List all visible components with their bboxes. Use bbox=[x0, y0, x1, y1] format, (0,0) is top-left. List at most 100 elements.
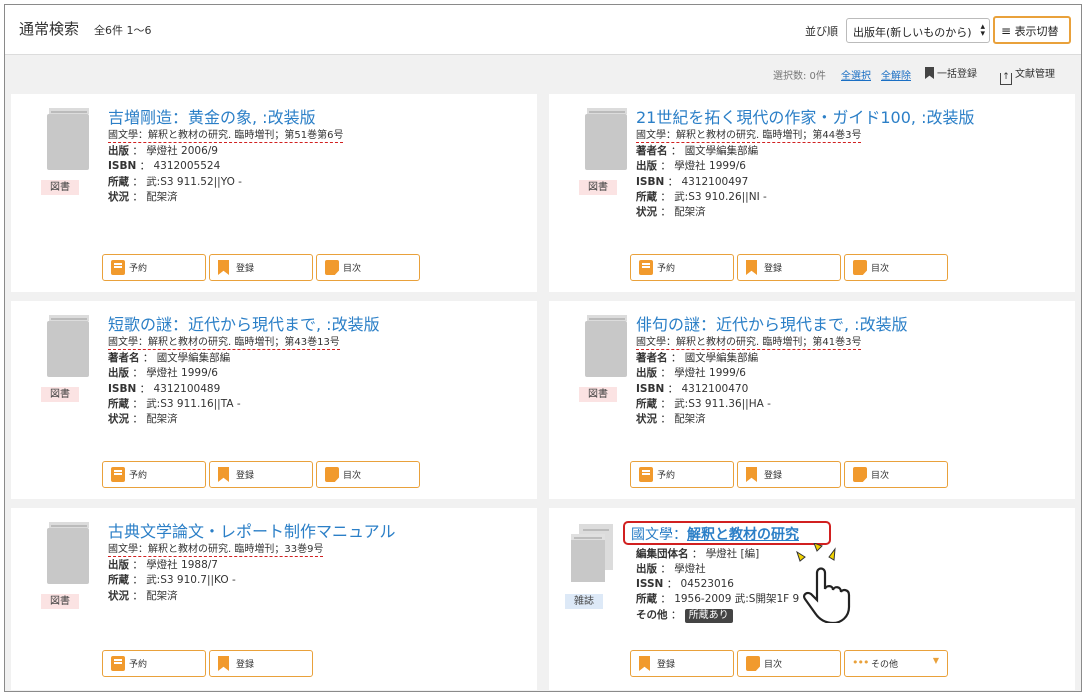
result-title-link[interactable]: 古典文学論文・レポート制作マニュアル bbox=[108, 518, 396, 542]
meta-isbn: ISBN ： 4312005524 bbox=[108, 160, 221, 172]
result-title-link[interactable]: 解釈と教材の研究 bbox=[687, 527, 799, 543]
meta-publish: 出版 ： 學燈社 1999/6 bbox=[636, 367, 746, 379]
register-button[interactable]: 登録 bbox=[737, 254, 841, 281]
meta-author: 著者名 ： 國文學編集部編 bbox=[636, 145, 759, 157]
pointer-hand-icon bbox=[796, 543, 851, 623]
bookmark-icon bbox=[639, 656, 650, 671]
book-icon bbox=[47, 108, 89, 170]
type-badge: 雑誌 bbox=[565, 594, 603, 609]
bookmark-icon bbox=[925, 67, 934, 79]
bookmark-icon bbox=[218, 260, 229, 275]
series-text: 國文學：解釈と教材の研究. 臨時増刊；第41巻3号 bbox=[636, 333, 862, 350]
meta-isbn: ISBN ： 4312100497 bbox=[636, 176, 749, 188]
updown-arrows-icon: ▴ ▾ bbox=[980, 22, 985, 39]
result-card: 図書 吉増剛造：黄金の象, :改装版 國文學：解釈と教材の研究. 臨時増刊；第5… bbox=[11, 94, 537, 292]
meta-other: その他 ： 所蔵あり bbox=[636, 607, 733, 623]
result-title-link[interactable]: 吉増剛造：黄金の象, :改装版 bbox=[108, 104, 316, 128]
selected-count: 選択数: 0件 bbox=[773, 71, 826, 82]
toc-icon bbox=[325, 260, 339, 275]
meta-status: 状況 ： 配架済 bbox=[636, 206, 706, 218]
toc-button[interactable]: 目次 bbox=[844, 461, 948, 488]
meta-publish: 出版 ： 學燈社 1999/6 bbox=[108, 367, 218, 379]
reserve-button[interactable]: 予約 bbox=[630, 254, 734, 281]
menu-lines-icon: ≡ bbox=[1001, 24, 1012, 38]
chevron-down-icon: ▼ bbox=[932, 656, 939, 665]
meta-status: 状況 ： 配架済 bbox=[108, 590, 178, 602]
register-button[interactable]: 登録 bbox=[209, 254, 313, 281]
type-badge: 図書 bbox=[41, 594, 79, 609]
reserve-button[interactable]: 予約 bbox=[630, 461, 734, 488]
search-results-frame: 通常検索 全6件 1〜6 並び順 出版年(新しいものから) ▴ ▾ ≡ 表示切替 … bbox=[4, 4, 1082, 692]
result-card: 図書 短歌の謎：近代から現代まで, :改装版 國文學：解釈と教材の研究. 臨時増… bbox=[11, 301, 537, 499]
meta-editor-org: 編集団体名 ： 學燈社 [編] bbox=[636, 548, 760, 560]
reserve-button[interactable]: 予約 bbox=[102, 254, 206, 281]
register-button[interactable]: 登録 bbox=[209, 461, 313, 488]
meta-holding: 所蔵 ： 武:S3 911.52||YO - bbox=[108, 176, 242, 188]
toc-icon bbox=[746, 656, 760, 671]
meta-status: 状況 ： 配架済 bbox=[636, 413, 706, 425]
toc-button[interactable]: 目次 bbox=[844, 254, 948, 281]
selection-toolbar: 選択数: 0件 全選択 全解除 一括登録 ↑ 文献管理 bbox=[5, 56, 1081, 88]
result-count: 全6件 1〜6 bbox=[94, 24, 152, 37]
meta-status: 状況 ： 配架済 bbox=[108, 413, 178, 425]
meta-isbn: ISBN ： 4312100489 bbox=[108, 383, 221, 395]
toc-button[interactable]: 目次 bbox=[316, 254, 420, 281]
meta-publish: 出版 ： 學燈社 2006/9 bbox=[108, 145, 218, 157]
toc-button[interactable]: 目次 bbox=[737, 650, 841, 677]
meta-holding: 所蔵 ： 1956-2009 武:S開架1F 9 bbox=[636, 593, 800, 605]
book-icon bbox=[47, 315, 89, 377]
register-button[interactable]: 登録 bbox=[737, 461, 841, 488]
meta-author: 著者名 ： 國文學編集部編 bbox=[636, 352, 759, 364]
meta-status: 状況 ： 配架済 bbox=[108, 191, 178, 203]
meta-publish: 出版 ： 學燈社 1999/6 bbox=[636, 160, 746, 172]
toc-icon bbox=[325, 467, 339, 482]
result-title: 國文學：解釈と教材の研究 bbox=[631, 527, 799, 543]
bulk-register-label: 一括登録 bbox=[937, 69, 977, 80]
book-icon bbox=[585, 108, 627, 170]
select-all-link[interactable]: 全選択 bbox=[841, 67, 871, 82]
series-text: 國文學：解釈と教材の研究. 臨時増刊；33巻9号 bbox=[108, 540, 324, 557]
meta-holding: 所蔵 ： 武:S3 910.26||NI - bbox=[636, 191, 767, 203]
sort-select-value: 出版年(新しいものから) bbox=[853, 26, 972, 39]
reserve-button[interactable]: 予約 bbox=[102, 650, 206, 677]
reserve-icon bbox=[639, 467, 653, 482]
sort-select[interactable]: 出版年(新しいものから) ▴ ▾ bbox=[846, 18, 990, 43]
meta-publish: 出版 ： 學燈社 bbox=[636, 563, 706, 575]
view-toggle-button[interactable]: ≡ 表示切替 bbox=[993, 16, 1071, 44]
meta-isbn: ISBN ： 4312100470 bbox=[636, 383, 749, 395]
result-title-link[interactable]: 21世紀を拓く現代の作家・ガイド100, :改装版 bbox=[636, 104, 974, 128]
bookmark-icon bbox=[746, 467, 757, 482]
book-icon bbox=[47, 522, 89, 584]
result-card: 図書 21世紀を拓く現代の作家・ガイド100, :改装版 國文學：解釈と教材の研… bbox=[549, 94, 1075, 292]
series-text: 國文學：解釈と教材の研究. 臨時増刊；第51巻第6号 bbox=[108, 126, 344, 143]
other-dropdown-button[interactable]: ••• その他 ▼ bbox=[844, 650, 948, 677]
series-text: 國文學：解釈と教材の研究. 臨時増刊；第43巻13号 bbox=[108, 333, 340, 350]
sort-label: 並び順 bbox=[805, 25, 838, 38]
doc-manage-button[interactable]: ↑ 文献管理 bbox=[1000, 65, 1055, 85]
result-card: 図書 古典文学論文・レポート制作マニュアル 國文學：解釈と教材の研究. 臨時増刊… bbox=[11, 508, 537, 690]
result-title-link[interactable]: 俳句の謎：近代から現代まで, :改装版 bbox=[636, 311, 908, 335]
register-button[interactable]: 登録 bbox=[209, 650, 313, 677]
result-title-link[interactable]: 短歌の謎：近代から現代まで, :改装版 bbox=[108, 311, 380, 335]
reserve-icon bbox=[111, 467, 125, 482]
magazine-icon bbox=[571, 524, 613, 582]
toc-button[interactable]: 目次 bbox=[316, 461, 420, 488]
result-card: 雑誌 國文學：解釈と教材の研究 編集団体名 ： 學燈社 [編] 出版 ： 學燈社… bbox=[549, 508, 1075, 690]
toc-icon bbox=[853, 260, 867, 275]
meta-publish: 出版 ： 學燈社 1988/7 bbox=[108, 559, 218, 571]
meta-holding: 所蔵 ： 武:S3 910.7||KO - bbox=[108, 574, 236, 586]
reserve-button[interactable]: 予約 bbox=[102, 461, 206, 488]
register-button[interactable]: 登録 bbox=[630, 650, 734, 677]
result-card: 図書 俳句の謎：近代から現代まで, :改装版 國文學：解釈と教材の研究. 臨時増… bbox=[549, 301, 1075, 499]
bookmark-icon bbox=[218, 656, 229, 671]
meta-issn: ISSN ： 04523016 bbox=[636, 578, 734, 590]
deselect-all-link[interactable]: 全解除 bbox=[881, 67, 911, 82]
bulk-register-button[interactable]: 一括登録 bbox=[925, 65, 977, 80]
reserve-icon bbox=[111, 656, 125, 671]
ellipsis-icon: ••• bbox=[852, 656, 869, 669]
type-badge: 図書 bbox=[579, 387, 617, 402]
toc-icon bbox=[853, 467, 867, 482]
type-badge: 図書 bbox=[579, 180, 617, 195]
meta-holding: 所蔵 ： 武:S3 911.36||HA - bbox=[636, 398, 771, 410]
type-badge: 図書 bbox=[41, 180, 79, 195]
